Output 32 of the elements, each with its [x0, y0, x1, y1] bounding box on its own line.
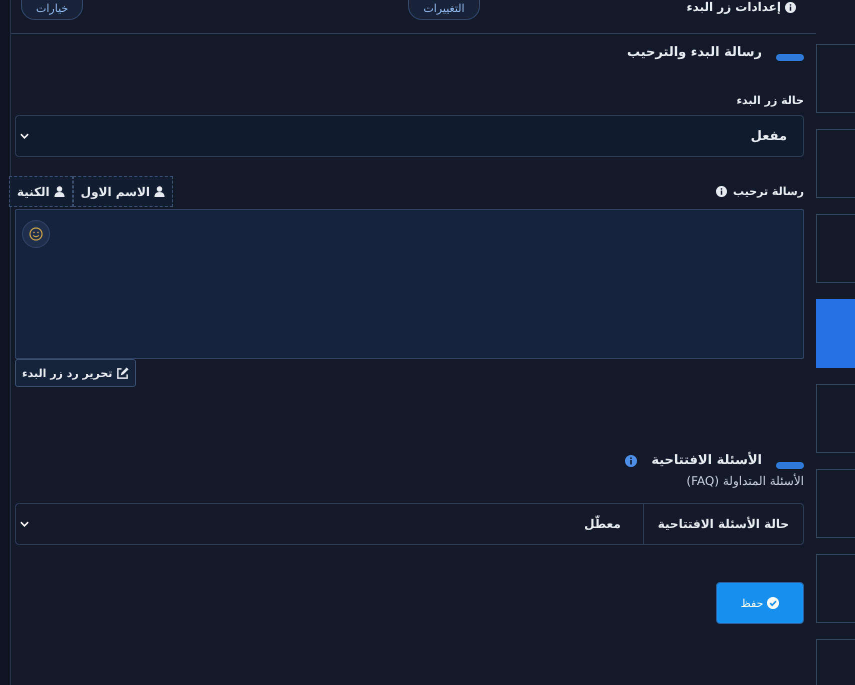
side-tile[interactable]: [816, 554, 855, 623]
section-title: الأسئلة الافتتاحية: [651, 453, 762, 468]
section-title: رسالة البدء والترحيب: [626, 45, 762, 60]
side-tile[interactable]: [816, 384, 855, 453]
variable-button[interactable]: الكنية: [9, 176, 73, 207]
section-subtitle: الأسئلة المتداولة (FAQ): [685, 474, 804, 488]
section-accent: [776, 54, 804, 61]
smiley-icon: [29, 227, 43, 241]
variable-button[interactable]: الاسم الاول: [72, 176, 174, 207]
info-icon: [716, 186, 728, 197]
chevron-down-icon: [20, 521, 29, 527]
chevron-down-icon: [20, 133, 29, 139]
check-circle-icon: [767, 597, 780, 609]
options-button[interactable]: خيارات: [21, 0, 84, 20]
user-icon: [154, 186, 166, 197]
page-title: إعدادات زر البدء: [686, 0, 796, 14]
edit-icon: [116, 366, 130, 380]
section-accent: [776, 462, 804, 469]
faq-status-select[interactable]: حالة الأسئلة الافتتاحية معطّل: [15, 503, 804, 545]
user-icon: [54, 186, 65, 197]
changes-button[interactable]: التغييرات: [408, 0, 480, 20]
info-icon: [625, 454, 638, 466]
status-select[interactable]: مفعل: [15, 115, 804, 157]
edit-button[interactable]: تحرير رد زر البدء: [15, 359, 136, 387]
side-tile[interactable]: [816, 299, 855, 368]
field-label: حالة زر البدء: [735, 94, 804, 107]
emoji-button[interactable]: [22, 220, 50, 248]
side-tile[interactable]: [816, 129, 855, 198]
side-tile[interactable]: [816, 469, 855, 538]
side-tile[interactable]: [816, 44, 855, 113]
field-label: رسالة ترحيب: [733, 185, 804, 198]
side-tile[interactable]: [816, 214, 855, 283]
